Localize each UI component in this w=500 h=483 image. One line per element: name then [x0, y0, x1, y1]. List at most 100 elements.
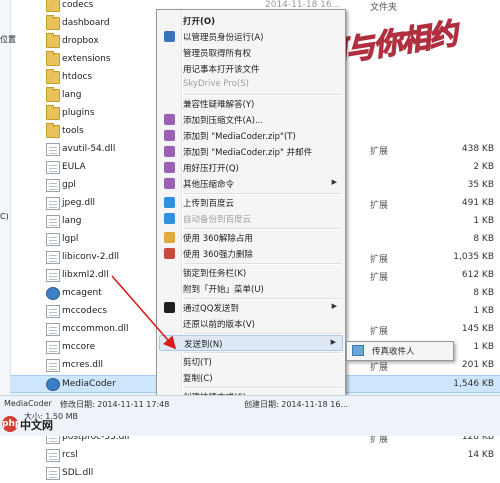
- fax-icon: [352, 345, 364, 356]
- context-menu[interactable]: 打开(O) 以管理员身份运行(A) 管理员取得所有权 用记事本打开该文件 SkyDriv…: [156, 9, 346, 431]
- context-menu-item[interactable]: 打开(O): [159, 13, 343, 29]
- file-name: SDL.dll: [62, 468, 94, 478]
- context-menu-item[interactable]: 还原以前的版本(V): [159, 316, 343, 332]
- doc-icon: [46, 449, 60, 462]
- doc-icon: [46, 341, 60, 354]
- file-type: 扩展: [370, 147, 389, 157]
- context-menu-item[interactable]: 管理员取得所有权: [159, 45, 343, 61]
- context-menu-item[interactable]: 锁定到任务栏(K): [159, 265, 343, 281]
- context-menu-item-label: 用记事本打开该文件: [183, 65, 260, 75]
- unlock-icon: [164, 232, 175, 243]
- file-type: 扩展: [370, 327, 389, 337]
- file-name: rcsl: [62, 450, 78, 460]
- context-menu-item[interactable]: 添加到压缩文件(A)...: [159, 112, 343, 128]
- context-menu-item-label: SkyDrive Pro(S): [183, 79, 249, 89]
- doc-icon: [46, 215, 60, 228]
- file-type: 扩展: [370, 363, 389, 373]
- file-name: tools: [62, 126, 84, 136]
- context-menu-item[interactable]: 用好压打开(Q): [159, 160, 343, 176]
- file-name: dropbox: [62, 36, 99, 46]
- context-menu-item-label: 剪切(T): [183, 358, 212, 368]
- cloud-icon: [164, 197, 175, 208]
- context-menu-item[interactable]: 使用 360解除占用: [159, 230, 343, 246]
- doc-icon: [46, 467, 60, 480]
- file-row[interactable]: rcsl 14 KB: [10, 447, 500, 465]
- doc-icon: [46, 179, 60, 192]
- context-menu-item-label: 锁定到任务栏(K): [183, 269, 247, 279]
- context-menu-item[interactable]: 用记事本打开该文件: [159, 61, 343, 77]
- file-size: 35 KB: [467, 180, 494, 190]
- context-menu-item-label: 以管理员身份运行(A): [183, 33, 264, 43]
- file-row[interactable]: SDL.dll: [10, 465, 500, 483]
- status-modified: 修改日期: 2014-11-11 17:48: [60, 400, 170, 409]
- brand-logo: php 中文网: [2, 414, 64, 434]
- context-menu-item[interactable]: 上传到百度云: [159, 195, 343, 211]
- file-size: 8 KB: [473, 234, 494, 244]
- file-name: codecs: [62, 0, 94, 10]
- doc-icon: [46, 359, 60, 372]
- doc-icon: [46, 305, 60, 318]
- file-size: 612 KB: [461, 270, 494, 280]
- nav-label-drive: C): [0, 212, 9, 221]
- context-menu-item[interactable]: 发送到(N) ▶: [159, 335, 343, 351]
- file-type: 扩展: [370, 273, 389, 283]
- archive-icon: [164, 146, 175, 157]
- doc-icon: [46, 323, 60, 336]
- context-menu-item[interactable]: 添加到 "MediaCoder.zip"(T): [159, 128, 343, 144]
- context-menu-item[interactable]: 其他压缩命令 ▶: [159, 176, 343, 192]
- file-name: lgpl: [62, 234, 79, 244]
- context-menu-item[interactable]: 添加到 "MediaCoder.zip" 并邮件: [159, 144, 343, 160]
- file-name: plugins: [62, 108, 95, 118]
- delete-icon: [164, 248, 175, 259]
- context-menu-item[interactable]: 兼容性疑难解答(Y): [159, 96, 343, 112]
- context-menu-item-label: 附到「开始」菜单(U): [183, 285, 264, 295]
- file-type: 文件夹: [370, 3, 398, 13]
- context-menu-item[interactable]: 以管理员身份运行(A): [159, 29, 343, 45]
- context-menu-item-label: 上传到百度云: [183, 199, 235, 209]
- submenu-arrow-icon: ▶: [331, 302, 337, 310]
- context-menu-item[interactable]: 附到「开始」菜单(U): [159, 281, 343, 297]
- context-menu-item-label: 兼容性疑难解答(Y): [183, 100, 255, 110]
- context-menu-item-label: 管理员取得所有权: [183, 49, 252, 59]
- context-menu-item-label: 使用 360解除占用: [183, 234, 253, 244]
- doc-icon: [46, 269, 60, 282]
- context-menu-item-label: 用好压打开(Q): [183, 164, 239, 174]
- context-menu-item[interactable]: 自动备份到百度云: [159, 211, 343, 227]
- context-menu-item-label: 发送到(N): [184, 340, 223, 350]
- file-size: 201 KB: [461, 360, 494, 370]
- archive-icon: [164, 130, 175, 141]
- file-name: htdocs: [62, 72, 93, 82]
- context-menu-item[interactable]: 使用 360强力删除: [159, 246, 343, 262]
- doc-icon: [46, 233, 60, 246]
- file-name: dashboard: [62, 18, 110, 28]
- send-to-submenu[interactable]: 传真收件人: [346, 341, 454, 361]
- file-name: lang: [62, 216, 82, 226]
- folder-icon: [46, 51, 60, 66]
- file-name: mcres.dll: [62, 360, 104, 370]
- context-menu-item-label: 还原以前的版本(V): [183, 320, 255, 330]
- submenu-arrow-icon: ▶: [331, 178, 337, 186]
- file-size: 2 KB: [473, 162, 494, 172]
- file-name: avutil-54.dll: [62, 144, 116, 154]
- context-menu-item[interactable]: 剪切(T): [159, 354, 343, 370]
- file-size: 1,035 KB: [453, 252, 494, 262]
- context-menu-item-label: 复制(C): [183, 374, 213, 384]
- doc-icon: [46, 143, 60, 156]
- file-type: 扩展: [370, 201, 389, 211]
- file-name: EULA: [62, 162, 86, 172]
- file-size: 491 KB: [461, 198, 494, 208]
- context-menu-item[interactable]: 复制(C): [159, 370, 343, 386]
- submenu-item-fax-recipient[interactable]: 传真收件人: [350, 344, 450, 358]
- submenu-arrow-icon: ▶: [330, 338, 336, 346]
- file-name: MediaCoder: [62, 379, 116, 389]
- context-menu-item-label: 添加到 "MediaCoder.zip" 并邮件: [183, 148, 313, 158]
- submenu-item-label: 传真收件人: [372, 347, 415, 357]
- app-icon: [46, 287, 60, 300]
- archive-icon: [164, 178, 175, 189]
- context-menu-item[interactable]: 通过QQ发送到 ▶: [159, 300, 343, 316]
- doc-icon: [46, 161, 60, 174]
- archive-icon: [164, 114, 175, 125]
- file-name: lang: [62, 90, 82, 100]
- cloud-icon: [164, 213, 175, 224]
- context-menu-item[interactable]: SkyDrive Pro(S): [159, 77, 343, 93]
